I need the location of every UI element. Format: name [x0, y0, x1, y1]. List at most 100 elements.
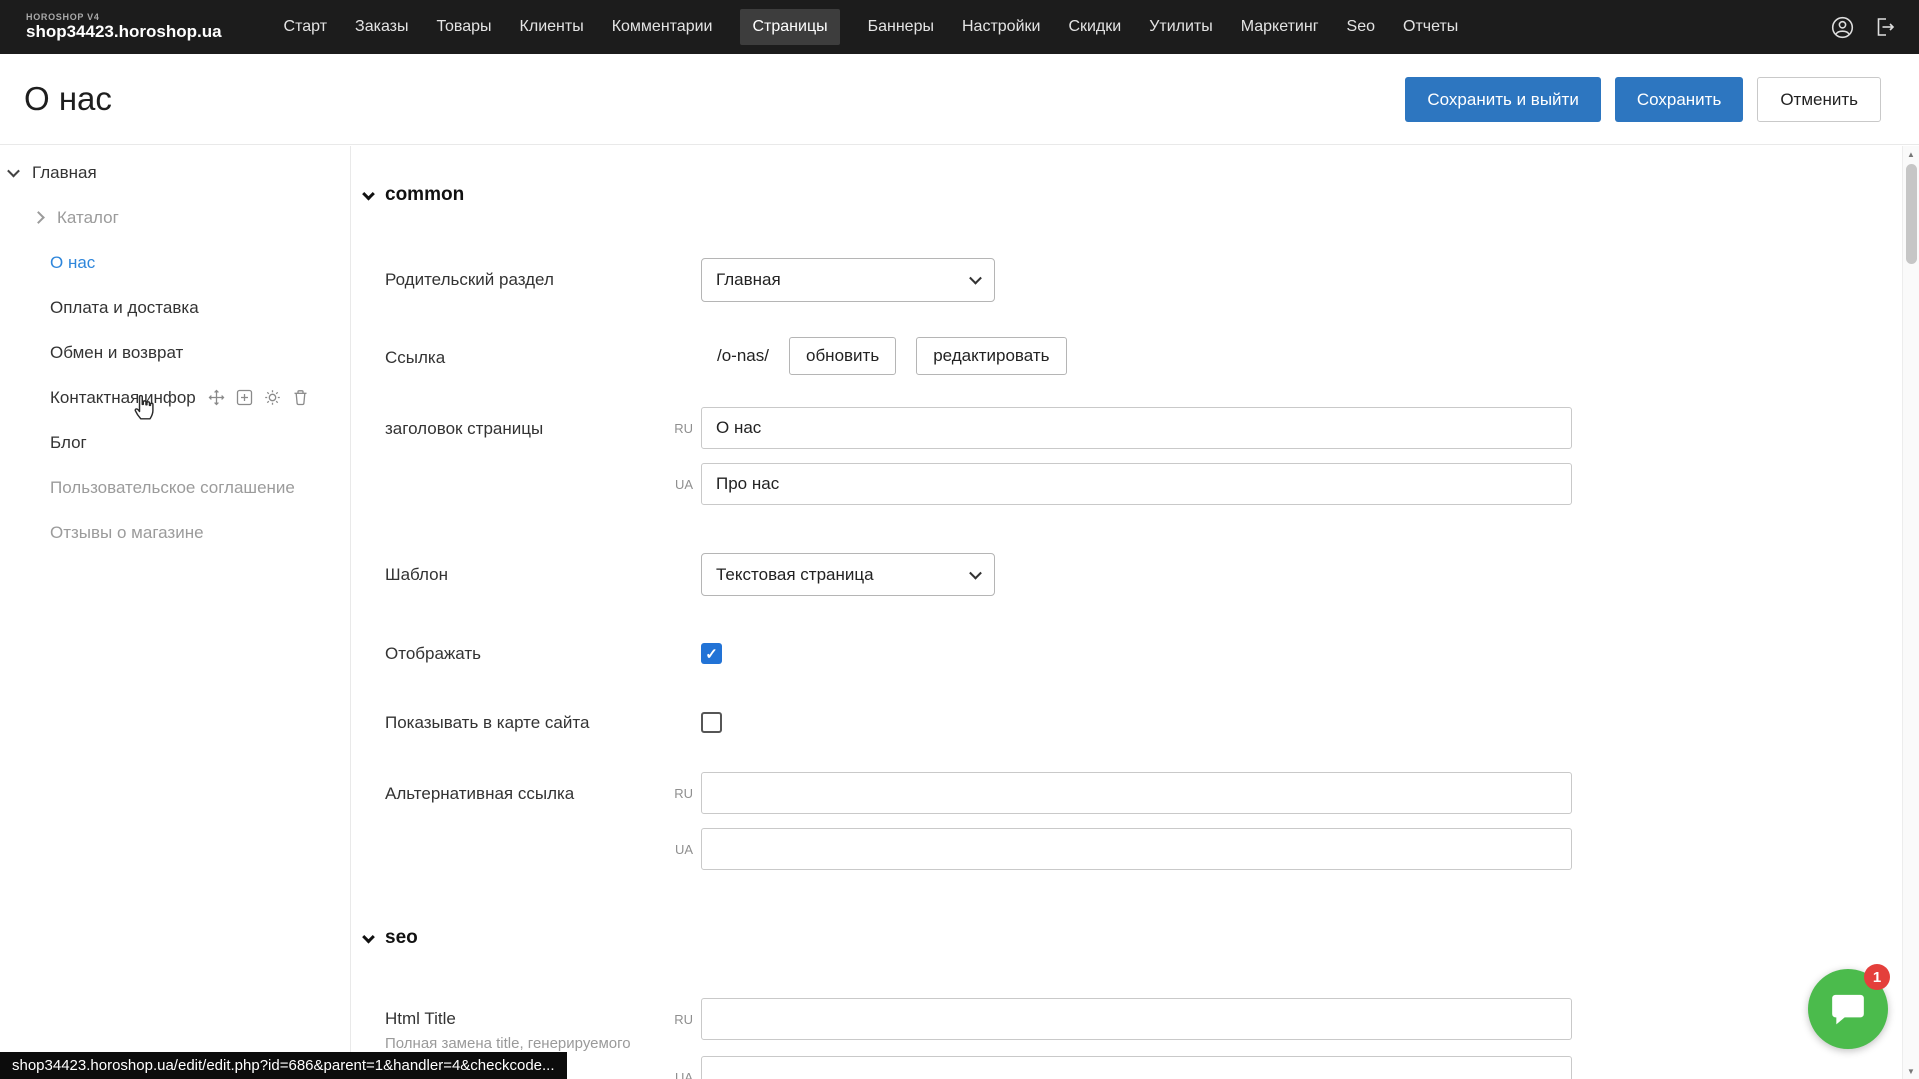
- page-title-ua-row: UA: [667, 463, 1572, 505]
- parent-section-select[interactable]: Главная: [701, 258, 995, 302]
- link-path-value: /o-nas/: [717, 346, 769, 366]
- sidebar-item-katalog[interactable]: Каталог: [0, 195, 350, 240]
- nav-marketing[interactable]: Маркетинг: [1241, 18, 1319, 36]
- tree-item-label: Каталог: [57, 208, 119, 228]
- lang-ru-badge: RU: [667, 786, 693, 801]
- page-title-ru-input[interactable]: [701, 407, 1572, 449]
- tree-item-label: Обмен и возврат: [50, 343, 183, 363]
- chevron-down-icon: [969, 566, 982, 579]
- alt-link-ua-input[interactable]: [701, 828, 1572, 870]
- horoshop-admin-app: HOROSHOP V4 shop34423.horoshop.ua Старт …: [0, 0, 1919, 1079]
- save-and-exit-button[interactable]: Сохранить и выйти: [1405, 77, 1600, 122]
- vertical-scrollbar[interactable]: ▲ ▼: [1902, 146, 1919, 1079]
- tree-item-label: Главная: [32, 163, 97, 183]
- lang-ua-badge: UA: [667, 1070, 693, 1079]
- page-edit-form: common Родительский раздел Главная Ссылк…: [352, 146, 1900, 1079]
- link-row: /o-nas/ обновить редактировать: [717, 337, 1067, 375]
- brand: HOROSHOP V4 shop34423.horoshop.ua: [26, 12, 222, 42]
- nav-start[interactable]: Старт: [284, 18, 327, 36]
- sitemap-checkbox[interactable]: [701, 712, 722, 733]
- scroll-down-arrow-icon[interactable]: ▼: [1903, 1063, 1919, 1079]
- logout-icon[interactable]: [1873, 15, 1897, 39]
- scrollbar-thumb[interactable]: [1906, 164, 1917, 264]
- nav-banners[interactable]: Баннеры: [868, 18, 934, 36]
- brand-version-label: HOROSHOP V4: [26, 12, 222, 22]
- lang-ru-badge: RU: [667, 421, 693, 436]
- nav-comments[interactable]: Комментарии: [612, 18, 713, 36]
- tree-item-label: Пользовательское соглашение: [50, 478, 295, 498]
- delete-trash-icon[interactable]: [292, 389, 309, 406]
- lang-ua-badge: UA: [667, 842, 693, 857]
- add-page-icon[interactable]: [236, 389, 253, 406]
- html-title-ua-input[interactable]: [701, 1056, 1572, 1079]
- display-checkbox[interactable]: [701, 643, 722, 664]
- pages-tree-sidebar: Главная Каталог О нас Оплата и доставка …: [0, 146, 351, 1079]
- nav-products[interactable]: Товары: [437, 18, 492, 36]
- sidebar-item-o-nas[interactable]: О нас: [0, 240, 350, 285]
- scroll-up-arrow-icon[interactable]: ▲: [1903, 146, 1919, 162]
- page-title: О нас: [24, 80, 112, 118]
- lang-ru-badge: RU: [667, 1012, 693, 1027]
- user-account-icon[interactable]: [1830, 15, 1855, 40]
- template-value: Текстовая страница: [716, 565, 874, 585]
- chevron-down-icon: [969, 272, 982, 285]
- nav-orders[interactable]: Заказы: [355, 18, 408, 36]
- html-title-label: Html Title: [385, 1010, 456, 1027]
- sidebar-item-otzyvy-o-magazine[interactable]: Отзывы о магазине: [0, 510, 350, 555]
- sidebar-item-glavnaya[interactable]: Главная: [0, 150, 350, 195]
- cancel-button[interactable]: Отменить: [1757, 77, 1881, 122]
- sidebar-item-polzovatelskoe-soglashenie[interactable]: Пользовательское соглашение: [0, 465, 350, 510]
- topbar-icons: [1830, 15, 1897, 40]
- sidebar-item-obmen-i-vozvrat[interactable]: Обмен и возврат: [0, 330, 350, 375]
- tree-item-label: Блог: [50, 433, 87, 453]
- move-icon[interactable]: [208, 389, 225, 406]
- chevron-down-icon: [362, 187, 375, 200]
- chat-widget-button[interactable]: 1: [1808, 969, 1888, 1049]
- html-title-ua-row: UA: [667, 1056, 1572, 1079]
- section-common-title: common: [385, 184, 464, 206]
- link-refresh-button[interactable]: обновить: [789, 337, 896, 375]
- nav-discounts[interactable]: Скидки: [1068, 18, 1121, 36]
- link-preview-statusbar: shop34423.horoshop.ua/edit/edit.php?id=6…: [0, 1052, 567, 1079]
- top-navigation: Старт Заказы Товары Клиенты Комментарии …: [284, 9, 1459, 45]
- template-select[interactable]: Текстовая страница: [701, 553, 995, 596]
- topbar: HOROSHOP V4 shop34423.horoshop.ua Старт …: [0, 0, 1919, 54]
- html-title-ru-input[interactable]: [701, 998, 1572, 1040]
- save-button[interactable]: Сохранить: [1615, 77, 1743, 122]
- page-title-ua-input[interactable]: [701, 463, 1572, 505]
- section-seo-toggle[interactable]: seo: [364, 927, 418, 949]
- nav-settings[interactable]: Настройки: [962, 18, 1040, 36]
- nav-seo[interactable]: Seo: [1347, 18, 1375, 36]
- chat-unread-badge: 1: [1864, 964, 1890, 990]
- section-seo-title: seo: [385, 927, 418, 949]
- tree-item-label: О нас: [50, 253, 95, 273]
- nav-pages[interactable]: Страницы: [740, 9, 839, 45]
- alt-link-ru-row: RU: [667, 772, 1572, 814]
- tree-item-label: Отзывы о магазине: [50, 523, 204, 543]
- chevron-down-icon: [362, 930, 375, 943]
- display-label: Отображать: [385, 645, 481, 662]
- html-title-hint: Полная замена title, генерируемого: [385, 1035, 631, 1052]
- link-edit-button[interactable]: редактировать: [916, 337, 1066, 375]
- page-header: О нас Сохранить и выйти Сохранить Отмени…: [0, 54, 1919, 145]
- nav-utilities[interactable]: Утилиты: [1149, 18, 1213, 36]
- nav-reports[interactable]: Отчеты: [1403, 18, 1458, 36]
- collapsed-caret-icon[interactable]: [32, 211, 45, 224]
- chat-bubble-icon: [1828, 989, 1868, 1029]
- settings-gear-icon[interactable]: [264, 389, 281, 406]
- parent-section-value: Главная: [716, 270, 781, 290]
- sidebar-item-oplata-i-dostavka[interactable]: Оплата и доставка: [0, 285, 350, 330]
- sidebar-item-blog[interactable]: Блог: [0, 420, 350, 465]
- brand-shop-domain: shop34423.horoshop.ua: [26, 22, 222, 42]
- section-common-toggle[interactable]: common: [364, 184, 464, 206]
- expand-caret-icon[interactable]: [7, 165, 20, 178]
- alt-link-ru-input[interactable]: [701, 772, 1572, 814]
- html-title-ru-row: RU: [667, 998, 1572, 1040]
- nav-clients[interactable]: Клиенты: [520, 18, 584, 36]
- lang-ua-badge: UA: [667, 477, 693, 492]
- alt-link-label: Альтернативная ссылка: [385, 785, 574, 802]
- tree-item-actions: [208, 389, 309, 406]
- pages-tree: Главная Каталог О нас Оплата и доставка …: [0, 146, 350, 555]
- alt-link-ua-row: UA: [667, 828, 1572, 870]
- sidebar-item-kontaktnaya-informatsiya[interactable]: Контактная инфор: [0, 375, 350, 420]
